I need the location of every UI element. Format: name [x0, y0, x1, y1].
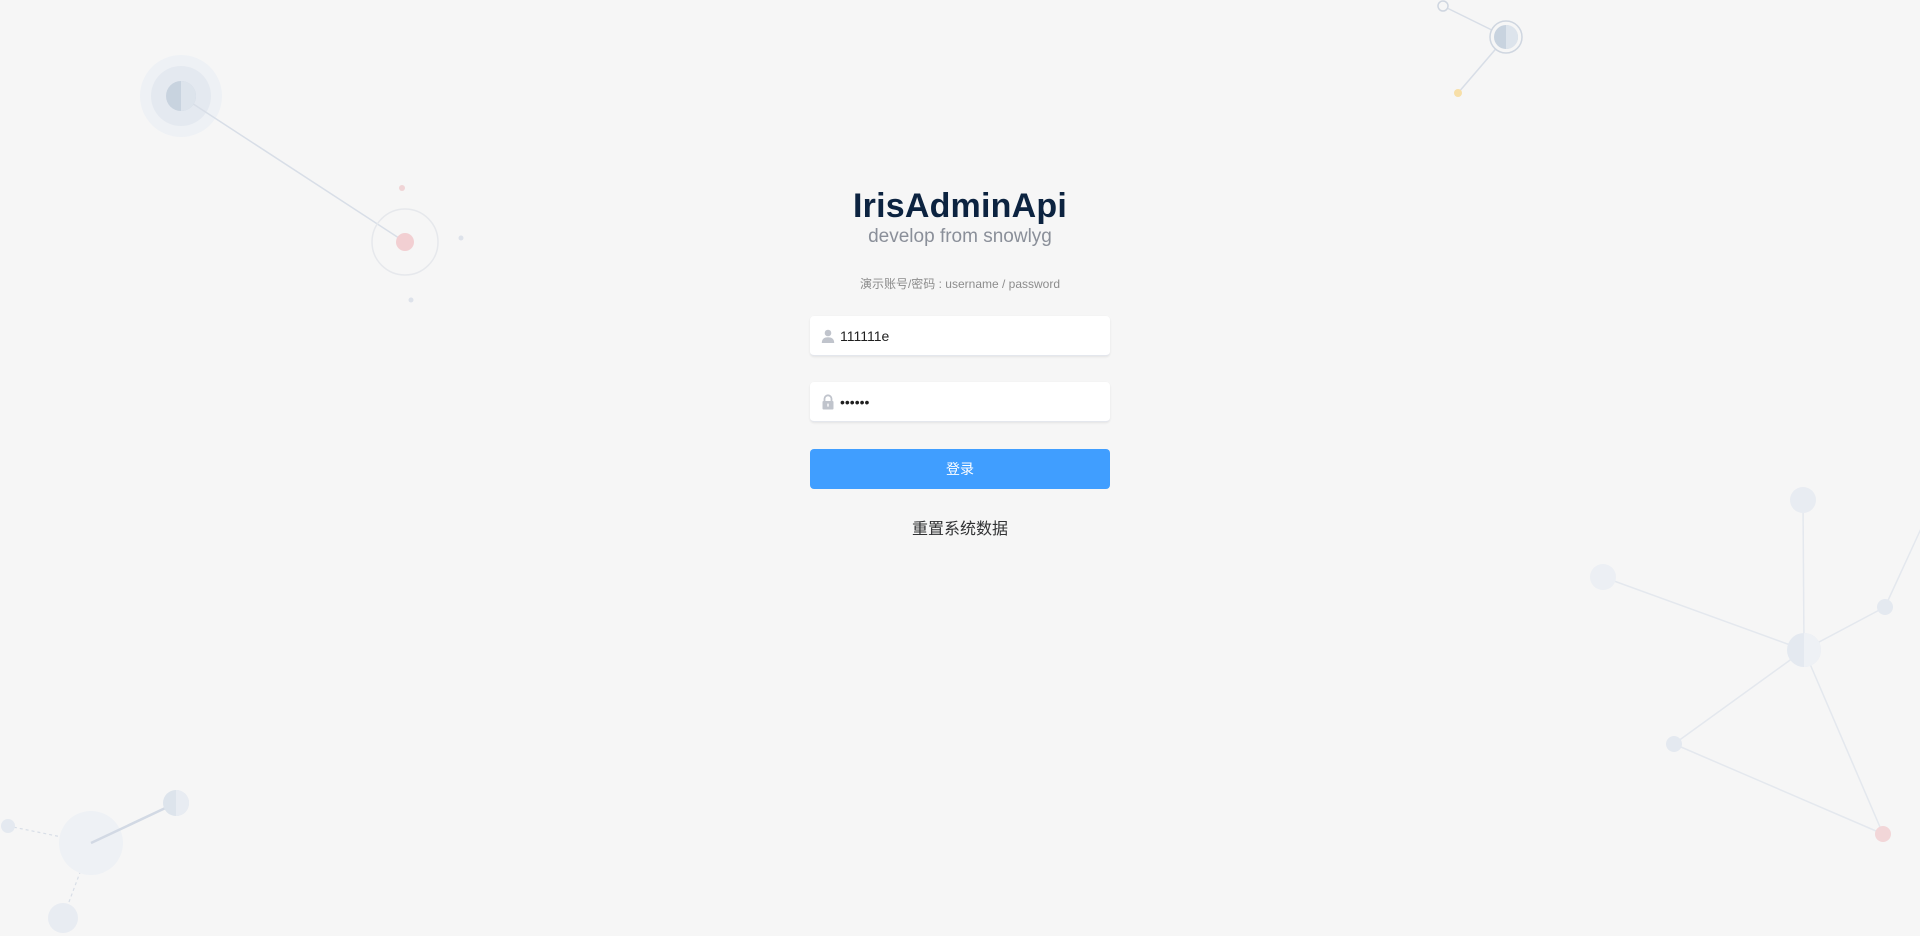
demo-account-hint: 演示账号/密码 : username / password	[859, 277, 1061, 291]
reset-system-data-link[interactable]: 重置系统数据	[912, 515, 1008, 539]
app-subtitle: develop from snowlyg	[868, 226, 1052, 247]
molecule-bottom-left	[1, 790, 189, 933]
molecule-top-left	[140, 55, 464, 303]
molecule-top-right	[1437, 0, 1523, 97]
molecule-bottom-right	[1590, 487, 1920, 842]
username-field-wrapper	[810, 316, 1110, 356]
app-title: IrisAdminApi	[853, 187, 1067, 225]
login-button[interactable]: 登录	[810, 449, 1110, 489]
username-input[interactable]	[840, 316, 1102, 355]
password-field-wrapper	[810, 382, 1110, 422]
password-input[interactable]	[840, 382, 1102, 421]
user-icon	[821, 329, 835, 343]
login-panel: IrisAdminApi develop from snowlyg 演示账号/密…	[810, 180, 1110, 539]
lock-icon	[822, 394, 834, 410]
